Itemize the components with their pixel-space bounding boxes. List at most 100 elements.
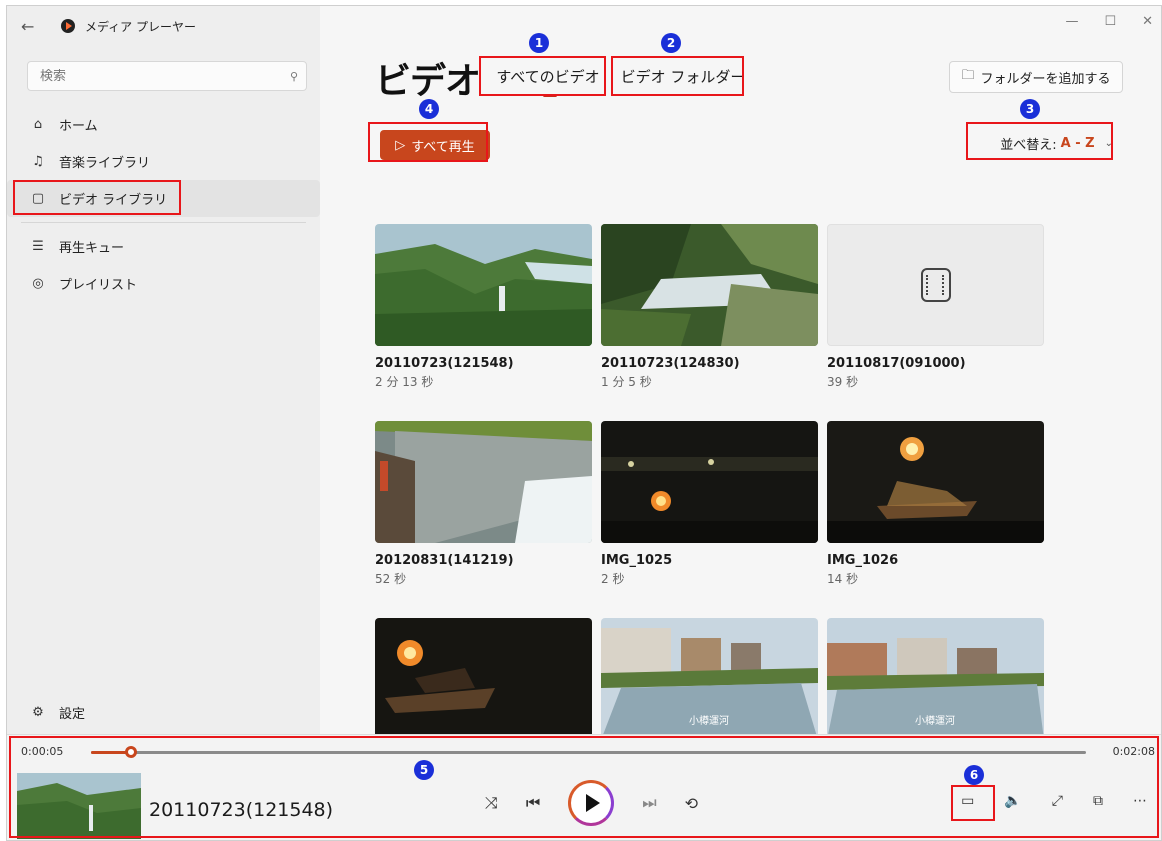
secondary-controls: ▭ 🔈 ⤢ ⧉ ⋯ [961, 793, 1147, 809]
video-card[interactable]: 小樽運河 [601, 618, 818, 740]
playback-bar: 0:00:05 0:02:08 20110723(121548) ⤨ ⏮ ⏭ ⟲… [7, 734, 1161, 840]
annotation-badge-2: 2 [661, 33, 681, 53]
video-card[interactable]: IMG_1025 2 秒 [601, 421, 818, 587]
video-duration: 39 秒 [827, 375, 859, 389]
home-icon: ⌂ [33, 117, 43, 132]
video-title: IMG_1026 [827, 553, 899, 568]
video-thumbnail-placeholder[interactable] [827, 224, 1044, 346]
video-thumbnail[interactable] [601, 224, 818, 346]
transport-controls: ⤨ ⏮ ⏭ ⟲ [485, 780, 698, 826]
next-icon[interactable]: ⏭ [642, 793, 656, 813]
search-input[interactable] [40, 68, 282, 84]
annotation-badge-3: 3 [1020, 99, 1040, 119]
sort-dropdown[interactable]: 並べ替え: A - Z ⌄ [1000, 134, 1113, 153]
minimize-icon[interactable]: — [1065, 14, 1078, 29]
video-thumbnail[interactable] [827, 421, 1044, 543]
video-thumbnail[interactable] [375, 421, 592, 543]
video-card[interactable]: 20110817(091000) 39 秒 [827, 224, 1044, 390]
play-outline-icon: ▷ [395, 137, 406, 153]
play-all-label: すべて再生 [411, 139, 475, 155]
video-thumbnail[interactable] [375, 618, 592, 740]
video-title: 20110723(124830) [601, 356, 740, 371]
play-icon [586, 794, 601, 812]
sidebar-item-label: プレイリスト [59, 278, 138, 293]
film-icon [920, 268, 951, 302]
window-controls: — ☐ ✕ [1065, 14, 1153, 29]
sidebar-settings: ⚙ 設定 [7, 694, 320, 731]
back-arrow-icon[interactable]: ← [21, 17, 49, 36]
sidebar-item-label: 設定 [59, 707, 86, 722]
video-duration: 1 分 5 秒 [601, 375, 652, 389]
sort-prefix: 並べ替え: [1000, 138, 1057, 153]
video-thumbnail[interactable] [375, 224, 592, 346]
selected-tab-indicator [543, 94, 557, 97]
tab-all-videos[interactable]: すべてのビデオ [486, 58, 610, 94]
gear-icon: ⚙ [32, 705, 44, 720]
video-card[interactable]: IMG_1026 14 秒 [827, 421, 1044, 587]
add-folder-button[interactable]: 🗀 フォルダーを追加する [949, 61, 1123, 93]
play-all-button[interactable]: ▷ すべて再生 [380, 130, 490, 160]
video-card[interactable]: 20120831(141219) 52 秒 [375, 421, 592, 587]
video-duration: 2 分 13 秒 [375, 375, 434, 389]
chevron-down-icon: ⌄ [1104, 138, 1113, 149]
video-title: 20120831(141219) [375, 553, 514, 568]
close-icon[interactable]: ✕ [1142, 14, 1153, 29]
sidebar-divider [21, 222, 306, 223]
sidebar-item-video-library[interactable]: ▢ ビデオ ライブラリ [7, 180, 320, 217]
search-box[interactable]: ⚲ [27, 61, 307, 91]
volume-icon[interactable]: 🔈 [1004, 793, 1021, 809]
total-time: 0:02:08 [1112, 745, 1155, 758]
previous-icon[interactable]: ⏮ [526, 793, 540, 813]
video-title: 20110723(121548) [375, 356, 514, 371]
video-duration: 2 秒 [601, 572, 625, 586]
sidebar-item-label: 音楽ライブラリ [59, 156, 151, 171]
title-bar: ← メディア プレーヤー [7, 6, 320, 46]
video-card[interactable]: 20110723(121548) 2 分 13 秒 [375, 224, 592, 390]
more-icon[interactable]: ⋯ [1133, 793, 1147, 809]
fullscreen-icon[interactable]: ⤢ [1052, 793, 1063, 809]
playlist-icon: ◎ [32, 276, 44, 291]
elapsed-time: 0:00:05 [21, 745, 64, 758]
maximize-icon[interactable]: ☐ [1104, 14, 1116, 29]
shuffle-icon[interactable]: ⤨ [485, 793, 498, 813]
video-card[interactable]: 20110723(124830) 1 分 5 秒 [601, 224, 818, 390]
sidebar-item-label: ホーム [59, 119, 98, 134]
search-icon[interactable]: ⚲ [282, 70, 306, 83]
video-caption: 小樽運河 [689, 714, 729, 727]
video-thumbnail[interactable] [601, 421, 818, 543]
sidebar-item-home[interactable]: ⌂ ホーム [7, 106, 320, 143]
seek-handle[interactable] [124, 746, 137, 758]
folder-add-icon: 🗀 [961, 68, 975, 83]
sidebar-item-label: 再生キュー [59, 241, 125, 256]
annotation-badge-6: 6 [964, 765, 984, 785]
sidebar-item-playlists[interactable]: ◎ プレイリスト [7, 265, 320, 302]
now-playing-thumbnail[interactable] [17, 773, 141, 839]
video-title: 20110817(091000) [827, 356, 966, 371]
sidebar-item-music-library[interactable]: ♫ 音楽ライブラリ [7, 143, 320, 180]
play-button[interactable] [568, 780, 615, 826]
repeat-icon[interactable]: ⟲ [685, 794, 698, 813]
video-card[interactable] [375, 618, 592, 740]
annotation-badge-1: 1 [529, 33, 549, 53]
annotation-badge-5: 5 [414, 760, 434, 780]
app-logo-icon [61, 19, 75, 33]
sidebar: ← メディア プレーヤー ⚲ ⌂ ホーム ♫ 音楽ライブラリ ▢ ビデオ ライブ… [7, 6, 320, 734]
seek-slider[interactable] [91, 746, 1086, 758]
video-title: IMG_1025 [601, 553, 673, 568]
video-duration: 52 秒 [375, 572, 407, 586]
tab-video-folders[interactable]: ビデオ フォルダー [617, 58, 749, 94]
video-caption: 小樽運河 [915, 714, 955, 727]
app-title: メディア プレーヤー [85, 19, 196, 34]
video-thumbnail[interactable]: 小樽運河 [601, 618, 818, 740]
sidebar-item-label: ビデオ ライブラリ [59, 193, 168, 208]
video-card[interactable]: 小樽運河 [827, 618, 1044, 740]
annotation-badge-4: 4 [419, 99, 439, 119]
video-duration: 14 秒 [827, 572, 859, 586]
miniplayer-icon[interactable]: ⧉ [1093, 793, 1103, 809]
captions-icon[interactable]: ▭ [961, 793, 974, 809]
sidebar-item-play-queue[interactable]: ☰ 再生キュー [7, 228, 320, 265]
sidebar-nav: ⌂ ホーム ♫ 音楽ライブラリ ▢ ビデオ ライブラリ ☰ 再生キュー ◎ プレ… [7, 106, 320, 302]
page-title: ビデオ [375, 61, 481, 102]
video-thumbnail[interactable]: 小樽運河 [827, 618, 1044, 740]
sidebar-item-settings[interactable]: ⚙ 設定 [7, 694, 320, 731]
